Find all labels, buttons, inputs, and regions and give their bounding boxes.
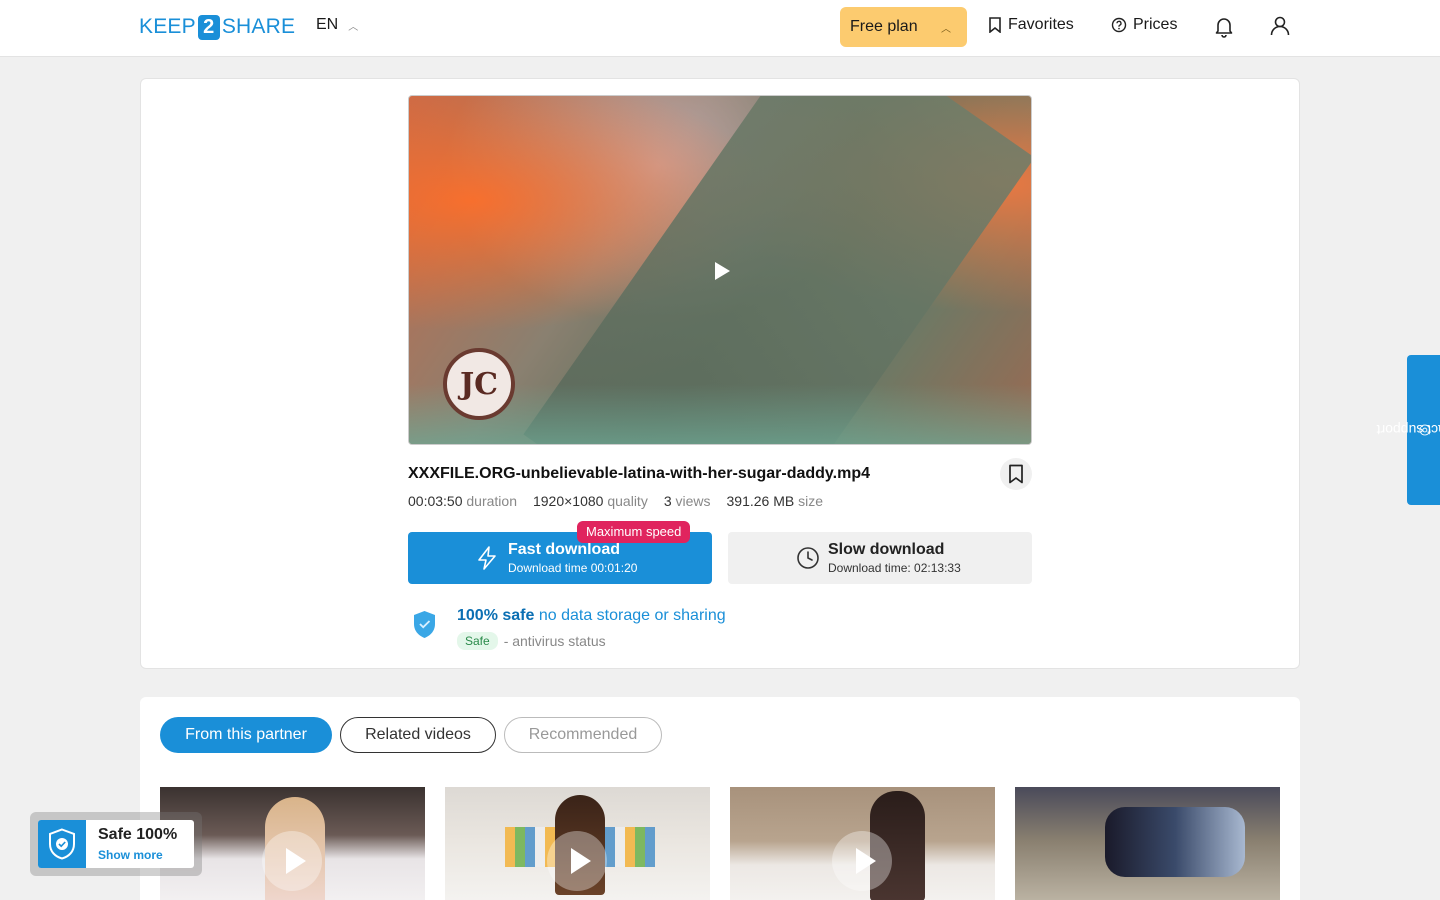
language-selector[interactable]: EN ︿: [316, 16, 358, 34]
fast-download-label: Fast download: [508, 541, 620, 558]
maximum-speed-badge: Maximum speed: [577, 521, 691, 543]
prices-link[interactable]: Prices: [1111, 16, 1177, 34]
slow-download-time: Download time: 02:13:33: [828, 561, 961, 575]
favorites-link[interactable]: Favorites: [988, 16, 1074, 34]
safety-statement: 100% safe no data storage or sharing: [457, 607, 726, 625]
favorites-label: Favorites: [1008, 16, 1074, 33]
studio-watermark-logo: JC: [443, 348, 515, 420]
file-name: XXXFILE.ORG-unbelievable-latina-with-her…: [408, 465, 870, 482]
plan-label: Free plan: [850, 18, 918, 35]
video-thumbnail[interactable]: [1015, 787, 1280, 900]
show-more-link[interactable]: Show more: [98, 848, 163, 862]
antivirus-badge: Safe: [457, 632, 498, 650]
fast-download-time: Download time 00:01:20: [508, 561, 638, 575]
plan-dropdown-button[interactable]: Free plan ︿: [840, 7, 967, 47]
question-circle-icon: [1111, 17, 1127, 33]
slow-download-button[interactable]: Slow download Download time: 02:13:33: [728, 532, 1032, 584]
bookmark-icon: [1009, 464, 1023, 484]
video-thumbnail[interactable]: [730, 787, 995, 900]
contact-support-label: ◎ contact support: [1375, 422, 1440, 438]
video-player[interactable]: JC: [408, 95, 1032, 445]
language-label: EN: [316, 16, 339, 33]
user-icon: [1270, 16, 1290, 36]
notifications-button[interactable]: [1212, 14, 1236, 38]
logo-text-mid: 2: [197, 14, 220, 40]
play-icon[interactable]: [262, 831, 322, 891]
top-header: KEEP 2 SHARE EN ︿ Free plan ︿ Favorites …: [0, 0, 1440, 57]
play-icon[interactable]: [832, 831, 892, 891]
lightning-icon: [478, 546, 496, 570]
account-button[interactable]: [1268, 14, 1292, 38]
chevron-up-icon: ︿: [941, 24, 951, 35]
thumbnail-figure: [1105, 807, 1245, 877]
antivirus-status: Safe - antivirus status: [457, 632, 606, 650]
logo-text-left: KEEP: [139, 15, 196, 38]
site-logo[interactable]: KEEP 2 SHARE: [139, 14, 295, 40]
prices-label: Prices: [1133, 16, 1178, 33]
play-icon[interactable]: [547, 831, 607, 891]
shield-check-icon: [414, 611, 435, 638]
logo-text-right: SHARE: [221, 15, 296, 38]
video-thumbnail[interactable]: [445, 787, 710, 900]
tab-related-videos[interactable]: Related videos: [340, 717, 496, 753]
shield-check-icon: [49, 828, 75, 860]
safety-bold: 100% safe: [457, 607, 535, 624]
tab-from-this-partner[interactable]: From this partner: [160, 717, 332, 753]
safe-widget[interactable]: Safe 100% Show more: [30, 812, 202, 876]
tab-recommended[interactable]: Recommended: [504, 717, 662, 753]
bookmark-icon: [989, 17, 1001, 33]
safety-rest: no data storage or sharing: [538, 607, 726, 624]
chevron-up-icon: ︿: [348, 21, 359, 33]
add-to-favorites-button[interactable]: [1000, 458, 1032, 490]
clock-icon: [797, 547, 819, 569]
duration-meta: 00:03:50 duration: [408, 493, 517, 509]
quality-meta: 1920×1080 quality: [532, 493, 648, 509]
size-meta: 391.26 MB size: [726, 493, 824, 509]
safe-widget-shield: [38, 820, 86, 868]
safe-widget-body: Safe 100% Show more: [38, 820, 194, 868]
bell-icon: [1215, 18, 1233, 38]
views-meta: 3 views: [663, 493, 711, 509]
play-icon[interactable]: [715, 262, 730, 280]
file-meta: 00:03:50 duration 1920×1080 quality 3 vi…: [408, 493, 823, 509]
antivirus-text: - antivirus status: [503, 633, 606, 649]
safe-widget-title: Safe 100%: [98, 826, 178, 843]
contact-support-tab[interactable]: ◎ contact support: [1375, 355, 1440, 505]
slow-download-label: Slow download: [828, 541, 945, 558]
